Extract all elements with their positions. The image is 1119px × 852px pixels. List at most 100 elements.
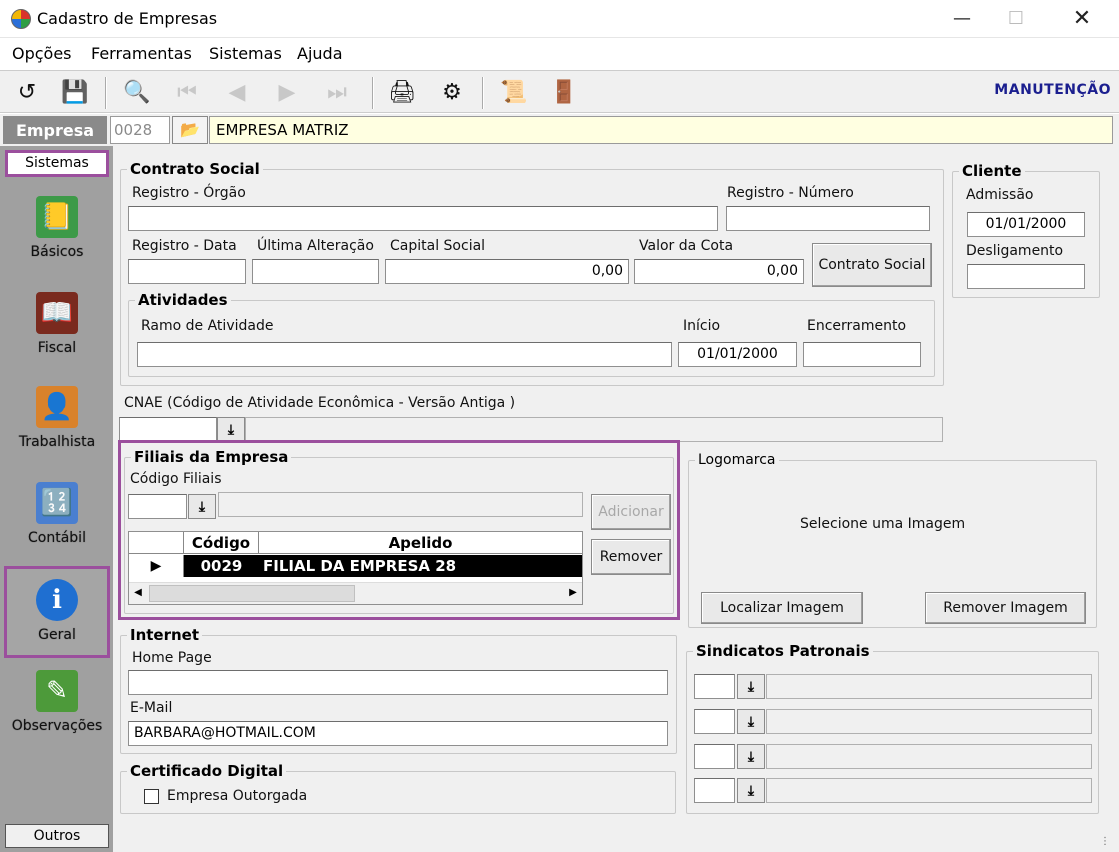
menu-ajuda[interactable]: Ajuda (297, 44, 343, 63)
sidebar-item-label: Observações (11, 718, 103, 734)
minimize-button[interactable]: — (948, 6, 976, 32)
sidebar-item-label: Básicos (30, 244, 84, 260)
cnae-dropdown-icon[interactable]: ⤓ (217, 417, 245, 442)
valor-cota-label: Valor da Cota (639, 238, 734, 254)
toolbar-separator (482, 77, 484, 109)
sidebar-header[interactable]: Sistemas (5, 150, 109, 177)
menu-opcoes[interactable]: Opções (12, 44, 72, 63)
registro-numero-field[interactable] (726, 206, 930, 231)
adicionar-button[interactable]: Adicionar (591, 494, 671, 530)
close-button[interactable]: ✕ (1068, 6, 1096, 32)
cnae-label: CNAE (Código de Atividade Econômica - Ve… (124, 395, 516, 411)
codigo-filiais-label: Código Filiais (130, 471, 222, 487)
monitor-info-icon: ℹ (36, 579, 78, 621)
contrato-social-button[interactable]: Contrato Social (812, 243, 932, 287)
menu-bar: Opções Ferramentas Sistemas Ajuda (0, 38, 1119, 68)
sidebar-item-label: Trabalhista (18, 434, 96, 450)
remover-filial-button[interactable]: Remover (591, 539, 671, 575)
contrato-social-legend: Contrato Social (130, 160, 260, 178)
column-header-apelido[interactable]: Apelido (259, 532, 582, 554)
capital-social-field[interactable]: 0,00 (385, 259, 629, 284)
scroll-left-icon[interactable]: ◀ (129, 583, 147, 603)
inicio-field[interactable]: 01/01/2000 (678, 342, 797, 367)
sindicatos-legend: Sindicatos Patronais (696, 642, 870, 660)
scroll-right-icon[interactable]: ▶ (564, 583, 582, 603)
sindicato-description-field (766, 744, 1092, 769)
sidebar-item-label: Fiscal (37, 340, 77, 356)
ultima-alteracao-field[interactable] (252, 259, 379, 284)
table-row[interactable]: FILIAL DA EMPRESA 28 (259, 555, 582, 577)
empresa-code-field[interactable]: 0028 (110, 116, 170, 144)
logomarca-placeholder[interactable]: Selecione uma Imagem (800, 516, 965, 532)
previous-record-icon[interactable]: ◀ (220, 75, 254, 109)
filiais-table: Código Apelido ▶ 0029 FILIAL DA EMPRESA … (128, 531, 583, 605)
localizar-imagem-button[interactable]: Localizar Imagem (701, 592, 863, 624)
search-document-icon[interactable]: 🔍 (120, 75, 154, 109)
desligamento-field[interactable] (967, 264, 1085, 289)
empresa-outorgada-checkbox[interactable] (144, 789, 159, 804)
codigo-filiais-dropdown-icon[interactable]: ⤓ (188, 494, 216, 519)
table-row[interactable]: 0029 (184, 555, 259, 577)
certificado-legend: Certificado Digital (130, 762, 284, 780)
remover-imagem-button[interactable]: Remover Imagem (925, 592, 1086, 624)
report-icon[interactable]: 📜 (497, 75, 531, 109)
sindicato-dropdown-icon[interactable]: ⤓ (737, 709, 765, 734)
sindicato-code-field[interactable] (694, 744, 735, 769)
email-field[interactable]: BARBARA@HOTMAIL.COM (128, 721, 668, 746)
menu-sistemas[interactable]: Sistemas (209, 44, 282, 63)
encerramento-label: Encerramento (807, 318, 907, 334)
codigo-filiais-field[interactable] (128, 494, 187, 519)
ramo-atividade-field[interactable] (137, 342, 672, 367)
printer-icon[interactable]: 🖨 (385, 75, 419, 109)
sindicato-description-field (766, 709, 1092, 734)
ultima-alteracao-label: Última Alteração (257, 238, 374, 254)
window-title: Cadastro de Empresas (37, 9, 218, 28)
sindicato-dropdown-icon[interactable]: ⤓ (737, 674, 765, 699)
settings-document-icon[interactable]: ⚙ (435, 75, 469, 109)
empresa-name-field[interactable]: EMPRESA MATRIZ (209, 116, 1113, 144)
column-header-codigo[interactable]: Código (184, 532, 259, 554)
filial-description-field (218, 492, 583, 517)
cliente-legend: Cliente (962, 162, 1022, 180)
sidebar-item-geral[interactable]: ℹ Geral (4, 566, 110, 658)
sidebar-footer-outros[interactable]: Outros (5, 824, 109, 848)
valor-cota-field[interactable]: 0,00 (634, 259, 804, 284)
cnae-field[interactable] (119, 417, 217, 442)
homepage-field[interactable] (128, 670, 668, 695)
sidebar-item-trabalhista[interactable]: 👤 Trabalhista (4, 386, 110, 472)
filiais-legend: Filiais da Empresa (134, 448, 289, 466)
menu-ferramentas[interactable]: Ferramentas (91, 44, 192, 63)
sindicato-code-field[interactable] (694, 709, 735, 734)
calculator-icon: 🔢 (36, 482, 78, 524)
next-record-icon[interactable]: ▶ (270, 75, 304, 109)
first-record-icon[interactable]: ⏮ (170, 75, 204, 109)
pencil-paper-icon: ✎ (36, 670, 78, 712)
sindicato-code-field[interactable] (694, 778, 735, 803)
scrollbar-thumb[interactable] (149, 585, 355, 602)
registro-orgao-field[interactable] (128, 206, 718, 231)
maximize-button[interactable]: ☐ (1002, 6, 1030, 32)
sindicato-code-field[interactable] (694, 674, 735, 699)
admissao-field[interactable]: 01/01/2000 (967, 212, 1085, 237)
sindicato-dropdown-icon[interactable]: ⤓ (737, 744, 765, 769)
encerramento-field[interactable] (803, 342, 921, 367)
save-icon[interactable]: 💾 (58, 75, 92, 109)
horizontal-scrollbar[interactable]: ◀ ▶ (129, 582, 582, 604)
sidebar-item-contabil[interactable]: 🔢 Contábil (4, 482, 110, 568)
registro-data-field[interactable] (128, 259, 246, 284)
sidebar-item-observacoes[interactable]: ✎ Observações (4, 670, 110, 756)
resize-grip-icon[interactable]: ⋮ (1100, 836, 1110, 847)
desligamento-label: Desligamento (966, 243, 1064, 259)
toolbar: ↺ 💾 🔍 ⏮ ◀ ▶ ⏭ 🖨 ⚙ 📜 🚪 MANUTENÇÃO (0, 70, 1119, 113)
last-record-icon[interactable]: ⏭ (320, 75, 354, 109)
sindicato-dropdown-icon[interactable]: ⤓ (737, 778, 765, 803)
exit-door-icon[interactable]: 🚪 (547, 75, 581, 109)
mode-label: MANUTENÇÃO (994, 82, 1111, 98)
toolbar-separator (372, 77, 374, 109)
sindicato-description-field (766, 674, 1092, 699)
sidebar-item-fiscal[interactable]: 📖 Fiscal (4, 292, 110, 378)
undo-icon[interactable]: ↺ (10, 75, 44, 109)
cnae-description-field (245, 417, 943, 442)
sidebar-item-basicos[interactable]: 📒 Básicos (4, 196, 110, 282)
open-folder-icon[interactable]: 📂 (172, 116, 208, 144)
